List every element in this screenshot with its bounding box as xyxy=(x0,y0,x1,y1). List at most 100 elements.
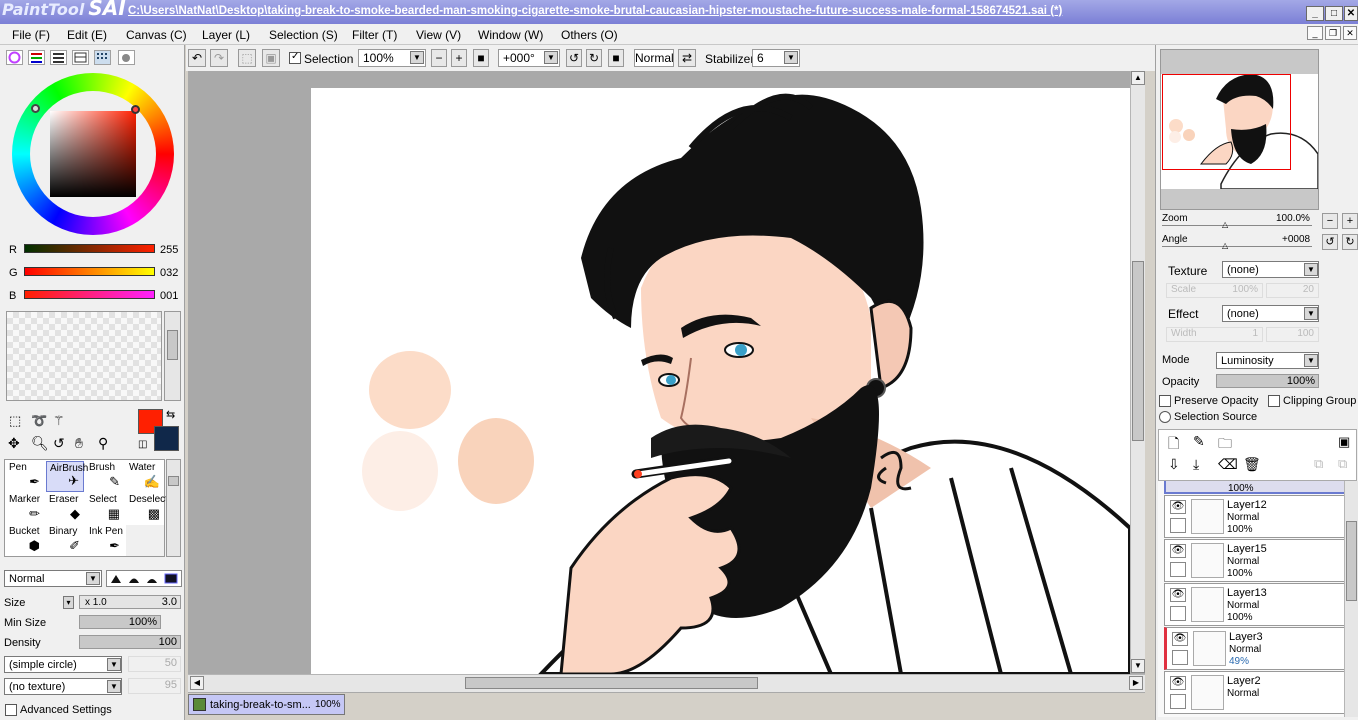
magic-wand-icon[interactable]: ⚚ xyxy=(53,413,65,429)
tool-eraser[interactable]: Eraser ◆ xyxy=(46,493,84,524)
navigator-preview[interactable] xyxy=(1160,49,1319,210)
delete-layer-icon[interactable]: 🗑︎ xyxy=(1243,456,1261,473)
brush-texture-select[interactable]: (no texture) xyxy=(4,678,122,695)
tool-marker[interactable]: Marker ✏ xyxy=(6,493,44,524)
shape-strength-input[interactable]: 50 xyxy=(128,656,181,672)
rect-select-icon[interactable]: ⬚ xyxy=(9,413,21,429)
tool-binary[interactable]: Binary ✐ xyxy=(46,525,84,556)
texture-strength-input[interactable]: 95 xyxy=(128,678,181,694)
nav-zoom-slider[interactable] xyxy=(1162,225,1312,226)
visibility-eye-icon[interactable]: 👁︎ xyxy=(1170,500,1186,514)
menu-file[interactable]: File (F) xyxy=(12,28,50,42)
layer-opacity-slider[interactable]: 100% xyxy=(1216,374,1319,388)
lasso-icon[interactable]: ➰ xyxy=(31,413,47,429)
brush-shape-select[interactable]: (simple circle) xyxy=(4,656,122,673)
hue-cursor[interactable] xyxy=(131,105,140,114)
zoom-in-icon[interactable]: + xyxy=(451,49,467,67)
chevron-down-icon[interactable]: ▼ xyxy=(107,658,121,671)
navigator-viewport-frame[interactable] xyxy=(1162,74,1291,170)
menu-window[interactable]: Window (W) xyxy=(478,28,543,42)
visibility-eye-icon[interactable]: 👁︎ xyxy=(1170,588,1186,602)
layer-item-selected[interactable]: 100% xyxy=(1164,481,1347,494)
layer-lock-toggle[interactable] xyxy=(1172,650,1188,665)
advanced-settings-checkbox[interactable] xyxy=(5,704,17,716)
canvas-vertical-scrollbar[interactable]: ▲ ▼ xyxy=(1130,71,1145,673)
move-icon[interactable]: ✥ xyxy=(8,435,20,452)
clipping-group-checkbox[interactable] xyxy=(1268,395,1280,407)
redo-icon[interactable]: ↷ xyxy=(210,49,228,67)
layer-texture-scale[interactable]: Scale 100% xyxy=(1166,283,1263,298)
minimize-button[interactable]: _ xyxy=(1306,6,1324,21)
menu-canvas[interactable]: Canvas (C) xyxy=(126,28,187,42)
doc-minimize-button[interactable]: _ xyxy=(1307,26,1323,40)
flip-horizontal-icon[interactable]: ⇄ xyxy=(678,49,696,67)
doc-restore-button[interactable]: ❐ xyxy=(1325,26,1341,40)
chevron-down-icon[interactable]: ▼ xyxy=(86,572,100,585)
new-layer-icon[interactable]: 🗋︎ xyxy=(1168,433,1179,457)
tool-select[interactable]: Select ▦ xyxy=(86,493,124,524)
layer-effect-width[interactable]: Width 1 xyxy=(1166,327,1263,342)
new-linework-layer-icon[interactable]: ✎ xyxy=(1193,433,1205,450)
rotate-left-icon[interactable]: ↺ xyxy=(566,49,582,67)
layer-lock-toggle[interactable] xyxy=(1170,562,1186,577)
color-wheel[interactable] xyxy=(12,73,174,235)
selection-checkbox[interactable]: ✓ xyxy=(289,51,301,64)
canvas-horizontal-scrollbar[interactable]: ◀ ▶ xyxy=(188,674,1145,692)
canvas-document[interactable] xyxy=(311,88,1130,674)
preserve-opacity-checkbox[interactable] xyxy=(1159,395,1171,407)
rotate-icon[interactable]: ↺ xyxy=(53,435,65,452)
nav-zoom-in-icon[interactable]: + xyxy=(1342,213,1358,229)
saturation-value-square[interactable] xyxy=(50,111,136,197)
zoom-out-icon[interactable]: − xyxy=(431,49,447,67)
chevron-down-icon[interactable]: ▼ xyxy=(784,51,798,64)
layer-disabled-icon[interactable]: ⧉ xyxy=(1314,456,1323,472)
visibility-eye-icon[interactable]: 👁︎ xyxy=(1170,676,1186,690)
menu-others[interactable]: Others (O) xyxy=(561,28,618,42)
layer-lock-toggle[interactable] xyxy=(1170,606,1186,621)
menu-filter[interactable]: Filter (T) xyxy=(352,28,397,42)
layer-texture-strength[interactable]: 20 xyxy=(1266,283,1319,298)
layer-lock-toggle[interactable] xyxy=(1170,518,1186,533)
rotate-right-icon[interactable]: ↻ xyxy=(586,49,602,67)
layer-mask-icon[interactable]: ▣ xyxy=(1338,434,1350,450)
new-folder-icon[interactable]: 🗀︎ xyxy=(1218,433,1232,457)
secondary-color-swatch[interactable] xyxy=(154,426,179,451)
chevron-down-icon[interactable]: ▼ xyxy=(410,51,424,64)
layer-item[interactable]: 👁︎ Layer15 Normal 100% xyxy=(1164,539,1347,582)
tool-brush[interactable]: Brush ✎ xyxy=(86,461,124,492)
layer-list-scrollbar[interactable] xyxy=(1344,481,1358,717)
b-slider[interactable] xyxy=(24,290,155,299)
nav-rotate-left-icon[interactable]: ↺ xyxy=(1322,234,1338,250)
selection-source-checkbox[interactable] xyxy=(1159,411,1171,423)
chevron-down-icon[interactable]: ▼ xyxy=(544,51,558,64)
chevron-down-icon[interactable]: ▼ xyxy=(1304,307,1318,320)
nav-angle-slider[interactable] xyxy=(1162,246,1312,247)
tool-water[interactable]: Water ✍ xyxy=(126,461,164,492)
menu-edit[interactable]: Edit (E) xyxy=(67,28,107,42)
menu-selection[interactable]: Selection (S) xyxy=(269,28,338,42)
rotate-reset-icon[interactable]: ■ xyxy=(608,49,624,67)
deselect-icon[interactable]: ⬚ xyxy=(238,49,256,67)
view-blend-select[interactable]: Normal xyxy=(634,49,674,67)
tool-pen[interactable]: Pen ✒ xyxy=(6,461,44,492)
transparent-color-icon[interactable]: ◫ xyxy=(138,439,147,450)
close-button[interactable]: ✕ xyxy=(1344,6,1358,21)
invert-select-icon[interactable]: ▣ xyxy=(262,49,280,67)
transfer-down-icon[interactable]: ⇩ xyxy=(1168,456,1180,473)
swap-colors-icon[interactable]: ⇆ xyxy=(166,408,175,421)
rgb-sliders-tab-icon[interactable] xyxy=(28,50,45,65)
layer-item[interactable]: 👁︎ Layer12 Normal 100% xyxy=(1164,495,1347,538)
tool-deselect[interactable]: Deselect ▩ xyxy=(126,493,168,524)
visibility-eye-icon[interactable]: 👁︎ xyxy=(1172,632,1188,646)
color-palette-tab-icon[interactable] xyxy=(94,50,111,65)
size-slider[interactable]: x 1.0 3.0 xyxy=(79,595,181,609)
tool-airbrush[interactable]: AirBrush ✈ xyxy=(46,461,88,492)
color-scratchpad[interactable] xyxy=(6,311,162,401)
layer-item[interactable]: 👁︎ Layer13 Normal 100% xyxy=(1164,583,1347,626)
clear-layer-icon[interactable]: ⌫ xyxy=(1218,456,1238,473)
visibility-eye-icon[interactable]: 👁︎ xyxy=(1170,544,1186,558)
zoom-icon[interactable]: 🔍︎ xyxy=(31,435,49,452)
nav-zoom-thumb[interactable]: △ xyxy=(1222,220,1228,229)
layer-disabled-icon-2[interactable]: ⧉ xyxy=(1338,456,1347,472)
nav-angle-thumb[interactable]: △ xyxy=(1222,241,1228,250)
